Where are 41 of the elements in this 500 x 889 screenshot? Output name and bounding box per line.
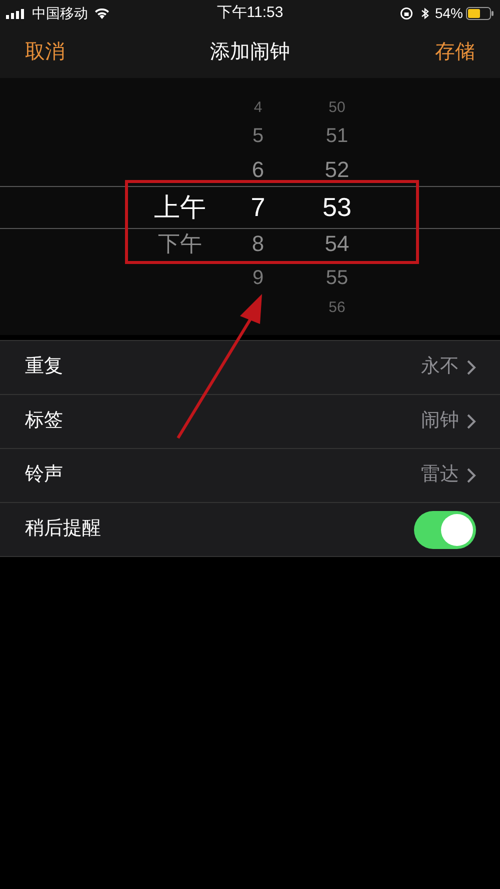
picker-value[interactable]: 53 xyxy=(322,194,352,220)
time-picker[interactable]: 上午 下午 4 5 6 7 8 9 50 51 52 53 54 55 56 xyxy=(0,78,500,335)
picker-value[interactable]: 51 xyxy=(326,126,348,146)
picker-value[interactable]: 55 xyxy=(326,268,348,288)
setting-label: 标签 xyxy=(25,409,63,434)
chevron-icon xyxy=(467,414,476,429)
status-time: 下午11:53 xyxy=(216,2,284,23)
settings-row[interactable]: 标签 闹钟 xyxy=(0,395,500,449)
settings-row[interactable]: 铃声 雷达 xyxy=(0,449,500,503)
setting-value: 雷达 xyxy=(421,463,459,488)
picker-value[interactable]: 8 xyxy=(252,233,264,255)
picker-value[interactable]: 下午 xyxy=(158,233,202,255)
setting-label: 铃声 xyxy=(25,463,63,488)
bluetooth-icon xyxy=(420,6,429,20)
setting-value: 闹钟 xyxy=(421,409,459,434)
picker-value[interactable]: 5 xyxy=(252,126,264,146)
picker-value[interactable]: 6 xyxy=(252,159,264,181)
setting-label: 稍后提醒 xyxy=(25,517,101,542)
picker-value[interactable]: 上午 xyxy=(154,194,206,220)
chevron-icon xyxy=(467,468,476,483)
picker-value[interactable]: 54 xyxy=(324,233,350,255)
picker-value[interactable]: 56 xyxy=(328,300,346,314)
wifi-icon xyxy=(94,7,110,19)
battery-percent: 54% xyxy=(434,4,463,22)
battery-icon xyxy=(466,6,494,20)
picker-value[interactable]: 9 xyxy=(252,268,264,288)
chevron-icon xyxy=(467,360,476,375)
setting-value: 永不 xyxy=(421,355,459,380)
carrier-name: 中国移动 xyxy=(32,4,88,22)
picker-value[interactable]: 4 xyxy=(254,100,262,114)
cancel-button[interactable]: 取消 xyxy=(25,37,65,67)
settings-row[interactable]: 稍后提醒 xyxy=(0,503,500,557)
picker-value[interactable]: 50 xyxy=(328,100,346,114)
picker-value[interactable]: 7 xyxy=(250,194,266,220)
setting-label: 重复 xyxy=(25,355,63,380)
save-button[interactable]: 存储 xyxy=(435,37,475,67)
toggle-switch[interactable] xyxy=(414,510,476,548)
page-title: 添加闹钟 xyxy=(210,40,290,65)
settings-row[interactable]: 重复 永不 xyxy=(0,341,500,395)
picker-value[interactable]: 52 xyxy=(324,159,350,181)
rotation-lock-icon xyxy=(400,6,413,20)
